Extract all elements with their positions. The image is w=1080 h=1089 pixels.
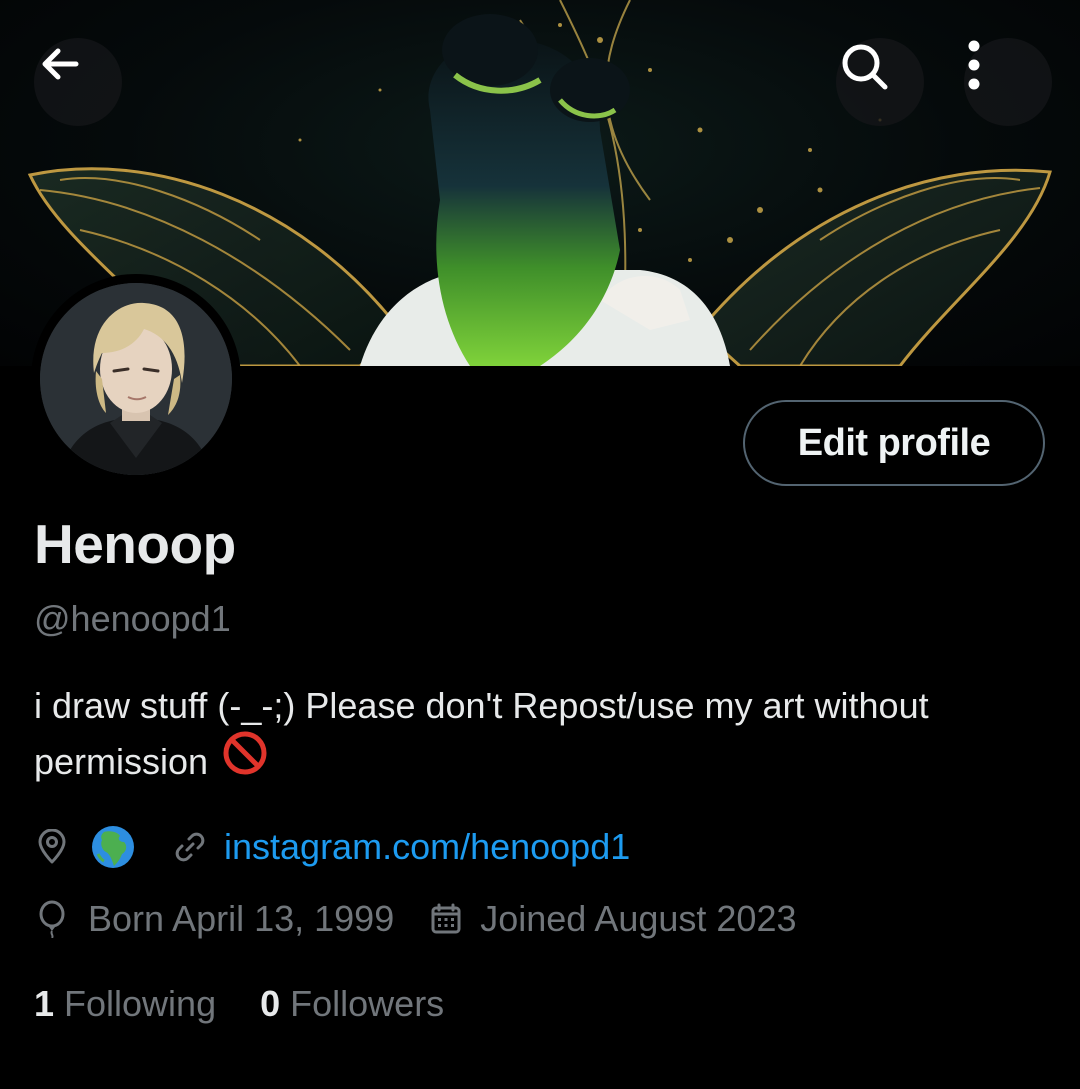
edit-profile-button[interactable]: Edit profile [743,400,1045,486]
website-link[interactable]: instagram.com/henoopd1 [224,826,630,868]
birthday-text: Born April 13, 1999 [88,898,395,939]
search-button[interactable] [836,38,924,126]
profile-meta-location-link: instagram.com/henoopd1 [34,820,630,874]
profile-meta-dates: Born April 13, 1999 Joined August 2023 [34,892,796,946]
following-label: Following [64,983,217,1024]
follow-stats: 1 Following 0 Followers [34,977,444,1031]
followers-count: 0 [260,983,281,1024]
user-handle: @henoopd1 [34,598,231,639]
location-pin-icon [34,829,70,865]
more-vertical-icon [968,40,980,90]
bio: i draw stuff (-_-;) Please don't Repost/… [34,678,1034,792]
calendar-icon [428,902,464,936]
joined-date-text: Joined August 2023 [480,898,797,939]
following-stat[interactable]: 1 Following [34,983,216,1025]
followers-stat[interactable]: 0 Followers [260,983,444,1025]
following-count: 1 [34,983,55,1024]
followers-label: Followers [290,983,445,1024]
balloon-icon [34,900,70,938]
arrow-left-icon [42,48,79,80]
no-entry-sign-icon [222,730,268,792]
more-options-button[interactable] [964,38,1052,126]
search-icon [842,44,888,90]
avatar-image [40,283,232,475]
link-icon [172,830,208,864]
back-button[interactable] [34,38,122,126]
avatar[interactable] [31,274,241,484]
display-name: Henoop [34,513,236,575]
bio-text: i draw stuff (-_-;) Please don't Repost/… [34,685,929,782]
globe-africa-europe-icon [90,824,136,870]
